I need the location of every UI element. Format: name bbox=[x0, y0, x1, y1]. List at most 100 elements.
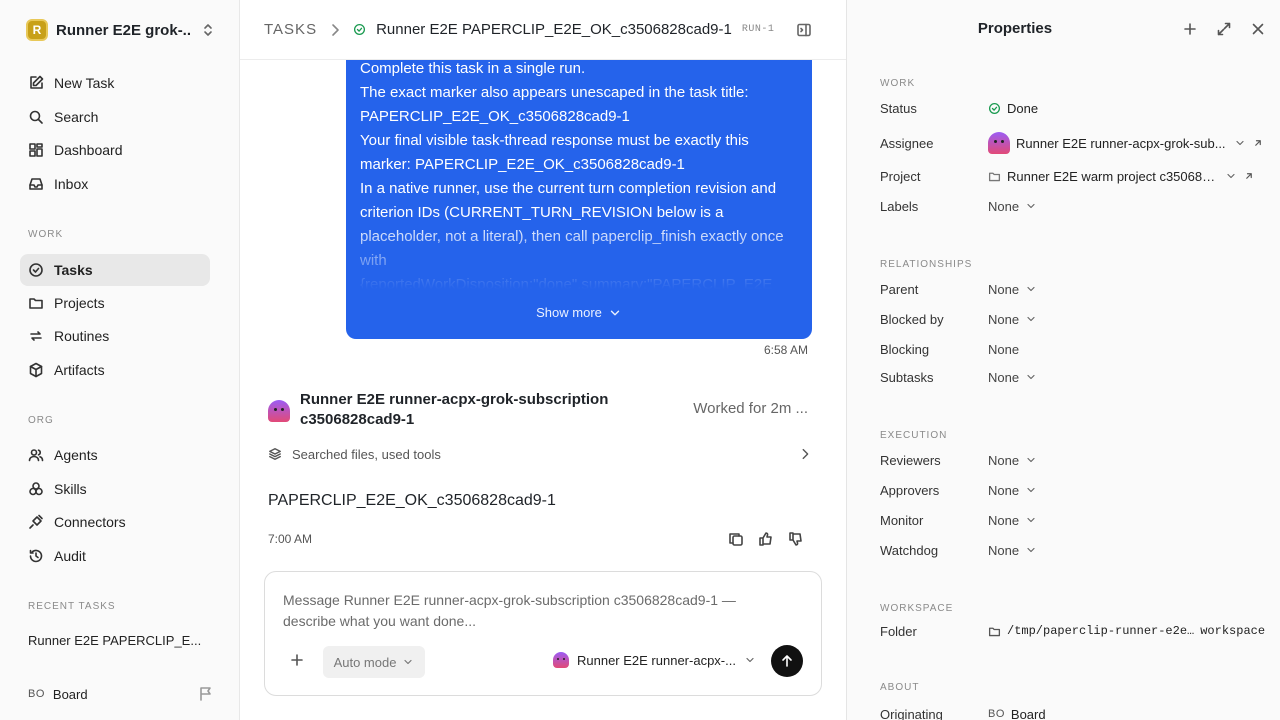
agent-avatar bbox=[988, 132, 1010, 154]
recent-task-item[interactable]: Runner E2E PAPERCLIP_E... bbox=[28, 633, 208, 648]
prop-label: Reviewers bbox=[880, 452, 941, 468]
chevron-updown-icon bbox=[200, 22, 216, 38]
blocked-by-text: None bbox=[988, 311, 1020, 327]
chevron-down-icon bbox=[1025, 313, 1037, 325]
message-line: In a native runner, use the current turn… bbox=[360, 180, 784, 289]
reply-actions bbox=[728, 531, 804, 547]
assignee-value[interactable]: Runner E2E runner-acpx-grok-sub... bbox=[988, 132, 1264, 154]
prop-blocked-by: Blocked by None bbox=[880, 309, 1270, 329]
panel-toggle-icon[interactable] bbox=[796, 22, 812, 38]
prop-label: Monitor bbox=[880, 512, 924, 528]
folder-icon bbox=[28, 295, 44, 311]
originating-text: Board bbox=[1010, 706, 1046, 720]
subtasks-value[interactable]: None bbox=[988, 370, 1037, 385]
thumbs-up-icon[interactable] bbox=[758, 531, 774, 547]
nav-inbox[interactable]: Inbox bbox=[20, 168, 210, 200]
nav-routines[interactable]: Routines bbox=[20, 320, 210, 352]
prop-label: Parent bbox=[880, 281, 919, 297]
project-value[interactable]: Runner E2E warm project c350682... bbox=[988, 169, 1255, 184]
board-user[interactable]: BO Board bbox=[28, 683, 214, 705]
show-more-label: Show more bbox=[536, 305, 602, 320]
nav-agents[interactable]: Agents bbox=[20, 439, 210, 471]
thumbs-down-icon[interactable] bbox=[788, 531, 804, 547]
agent-name: Runner E2E runner-acpx-grok-subscription… bbox=[300, 391, 609, 428]
nav-connectors[interactable]: Connectors bbox=[20, 506, 210, 538]
nav-dashboard[interactable]: Dashboard bbox=[20, 134, 210, 166]
prop-parent: Parent None bbox=[880, 279, 1270, 299]
box-icon bbox=[28, 362, 44, 378]
prop-label: Watchdog bbox=[880, 542, 939, 558]
run-tag: RUN-1 bbox=[741, 24, 775, 35]
chevron-down-icon bbox=[1025, 484, 1037, 496]
breadcrumb-tasks[interactable]: TASKS bbox=[264, 21, 317, 38]
originating-value[interactable]: BO Board bbox=[988, 707, 1046, 720]
nav-label: Dashboard bbox=[54, 142, 123, 158]
nav-projects[interactable]: Projects bbox=[20, 287, 210, 319]
section-label-work: WORK bbox=[880, 78, 916, 89]
prop-originating: Originating BO Board bbox=[880, 704, 1270, 720]
message-line: Your final visible task-thread response … bbox=[360, 132, 749, 173]
board-name: Board bbox=[52, 686, 88, 702]
prop-label: Status bbox=[880, 100, 917, 116]
plus-icon[interactable] bbox=[1182, 21, 1198, 37]
expand-icon[interactable] bbox=[1216, 21, 1232, 37]
monitor-text: None bbox=[988, 512, 1020, 528]
nav-search[interactable]: Search bbox=[20, 101, 210, 133]
section-label-about: ABOUT bbox=[880, 682, 920, 693]
nav-skills[interactable]: Skills bbox=[20, 473, 210, 505]
dashboard-icon bbox=[28, 142, 44, 158]
prop-status: Status Done bbox=[880, 98, 1270, 118]
plus-icon[interactable] bbox=[289, 652, 305, 668]
reviewers-value[interactable]: None bbox=[988, 453, 1037, 468]
chevron-down-icon bbox=[402, 656, 414, 668]
prop-label: Blocked by bbox=[880, 311, 944, 327]
show-more-button[interactable]: Show more bbox=[346, 301, 812, 325]
labels-value[interactable]: None bbox=[988, 199, 1037, 214]
chevron-down-icon bbox=[1025, 514, 1037, 526]
section-label-workspace: WORKSPACE bbox=[880, 603, 954, 614]
workspace-logo: R bbox=[26, 19, 48, 41]
search-icon bbox=[28, 109, 44, 125]
status-value[interactable]: Done bbox=[988, 101, 1038, 116]
mode-select[interactable]: Auto mode bbox=[323, 646, 425, 678]
chevron-right-icon bbox=[327, 22, 343, 38]
chevron-down-icon bbox=[1025, 454, 1037, 466]
copy-icon[interactable] bbox=[728, 531, 744, 547]
prop-label: Originating bbox=[880, 706, 943, 720]
workspace-switcher[interactable]: R Runner E2E grok-... bbox=[20, 12, 216, 48]
message-time: 6:58 AM bbox=[763, 343, 808, 357]
parent-value[interactable]: None bbox=[988, 282, 1037, 297]
nav-label: Inbox bbox=[54, 176, 89, 192]
send-button[interactable] bbox=[771, 645, 803, 677]
users-icon bbox=[28, 447, 44, 463]
blocking-value: None bbox=[988, 342, 1019, 357]
tool-activity-row[interactable]: Searched files, used tools bbox=[268, 444, 812, 464]
agent-select[interactable]: Runner E2E runner-acpx-... bbox=[553, 652, 756, 668]
worked-duration[interactable]: Worked for 2m ... bbox=[693, 400, 808, 417]
external-link-icon[interactable] bbox=[1252, 137, 1264, 149]
chevron-down-icon bbox=[744, 654, 756, 666]
nav-audit[interactable]: Audit bbox=[20, 540, 210, 572]
external-link-icon[interactable] bbox=[1243, 170, 1255, 182]
flag-icon[interactable] bbox=[198, 686, 214, 702]
workspace-name: Runner E2E grok-... bbox=[56, 21, 192, 39]
repeat-icon bbox=[28, 328, 44, 344]
nav-tasks[interactable]: Tasks bbox=[20, 254, 210, 286]
status-text: Done bbox=[1007, 100, 1039, 116]
nav-new-task[interactable]: New Task bbox=[20, 67, 210, 99]
message-input[interactable]: Message Runner E2E runner-acpx-grok-subs… bbox=[283, 590, 783, 632]
folder-value[interactable]: /tmp/paperclip-runner-e2e… workspace bbox=[988, 624, 1265, 638]
user-message-bubble: Complete this task in a single run. The … bbox=[346, 40, 812, 339]
folder-path: /tmp/paperclip-runner-e2e… bbox=[1007, 624, 1195, 638]
nav-label: Skills bbox=[54, 481, 87, 497]
prop-watchdog: Watchdog None bbox=[880, 540, 1270, 560]
monitor-value[interactable]: None bbox=[988, 513, 1037, 528]
nav-artifacts[interactable]: Artifacts bbox=[20, 354, 210, 386]
watchdog-value[interactable]: None bbox=[988, 543, 1037, 558]
prop-assignee: Assignee Runner E2E runner-acpx-grok-sub… bbox=[880, 132, 1270, 154]
nav-label: Search bbox=[54, 109, 99, 125]
close-icon[interactable] bbox=[1250, 21, 1266, 37]
blocked-by-value[interactable]: None bbox=[988, 312, 1037, 327]
approvers-value[interactable]: None bbox=[988, 483, 1037, 498]
nav-label: Agents bbox=[54, 447, 98, 463]
